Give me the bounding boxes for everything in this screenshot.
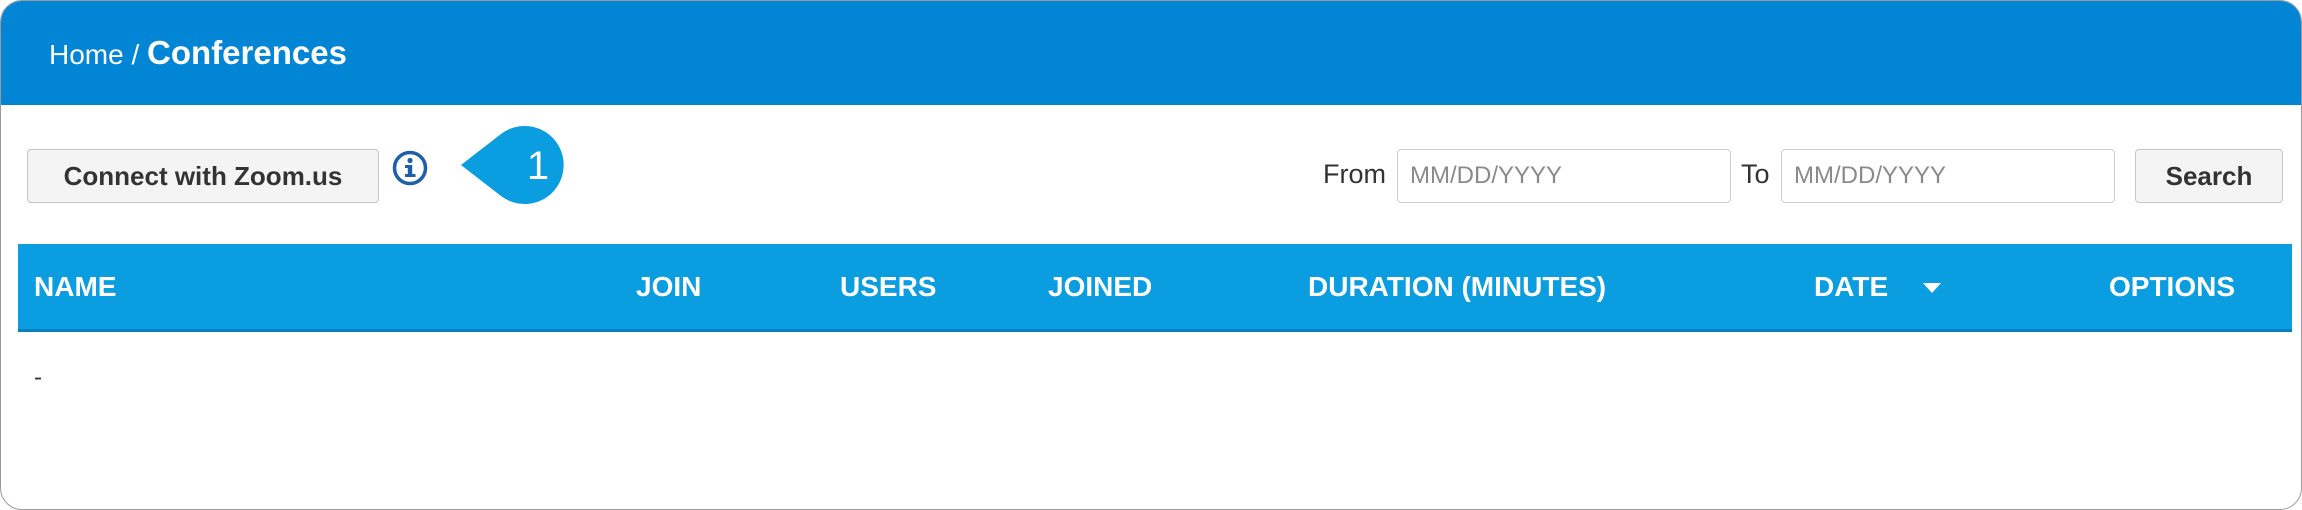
from-date-input[interactable] — [1397, 149, 1731, 203]
info-circle-icon[interactable] — [391, 149, 429, 187]
page-header: Home / Conferences — [1, 1, 2301, 105]
column-header-options: OPTIONS — [2109, 271, 2236, 302]
table-cell-name: - — [34, 364, 42, 391]
column-header-join[interactable]: JOIN — [636, 244, 701, 329]
column-header-users[interactable]: USERS — [840, 244, 936, 329]
search-button[interactable]: Search — [2135, 149, 2283, 203]
table-row: - — [34, 363, 42, 393]
column-header-duration[interactable]: DURATION (MINUTES) — [1308, 244, 1606, 329]
column-header-name[interactable]: NAME — [34, 244, 116, 329]
column-header-date[interactable]: DATE — [1814, 244, 1888, 329]
breadcrumb: Home / Conferences — [49, 31, 347, 77]
page-frame: Home / Conferences Connect with Zoom.us … — [0, 0, 2302, 510]
table-header: NAME JOIN USERS JOINED DURATION (MINUTES… — [18, 244, 2292, 332]
from-label: From — [1323, 159, 1386, 189]
breadcrumb-home-link[interactable]: Home — [49, 39, 124, 70]
to-label: To — [1741, 159, 1770, 189]
caret-down-icon[interactable] — [1922, 282, 1942, 294]
column-header-joined[interactable]: JOINED — [1048, 244, 1152, 329]
breadcrumb-separator: / — [131, 39, 140, 70]
to-date-input[interactable] — [1781, 149, 2115, 203]
page-title: Conferences — [147, 34, 347, 71]
connect-zoom-button[interactable]: Connect with Zoom.us — [27, 149, 379, 203]
callout-marker: 1 — [461, 126, 564, 204]
callout-number: 1 — [527, 144, 549, 188]
